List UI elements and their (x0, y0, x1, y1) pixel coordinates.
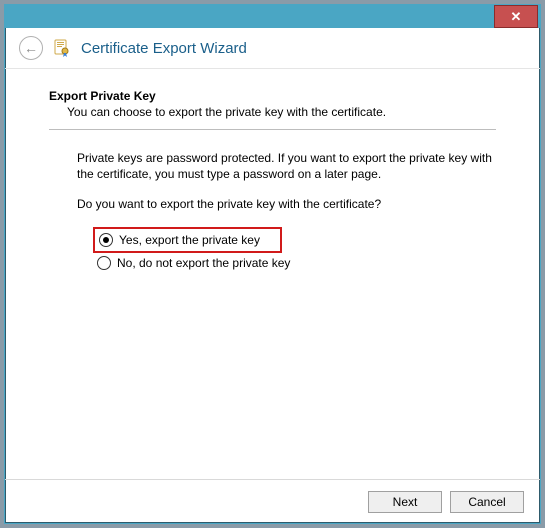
close-button[interactable]: ✕ (494, 5, 538, 28)
section-heading: Export Private Key (49, 89, 496, 103)
wizard-header: ← Certificate Export Wizard (5, 28, 540, 69)
highlight-box: Yes, export the private key (93, 227, 282, 253)
certificate-icon (53, 39, 71, 57)
titlebar: ✕ (5, 5, 540, 28)
radio-no-label: No, do not export the private key (117, 255, 290, 271)
wizard-window: ✕ ← Certificate Export Wizard Export Pri… (4, 4, 541, 524)
wizard-footer: Next Cancel (5, 479, 540, 523)
wizard-content: Export Private Key You can choose to exp… (5, 69, 540, 479)
radio-yes-label: Yes, export the private key (119, 232, 260, 248)
wizard-title: Certificate Export Wizard (81, 40, 247, 57)
section-body: Private keys are password protected. If … (49, 150, 496, 273)
back-arrow-icon: ← (24, 40, 38, 56)
back-button[interactable]: ← (19, 36, 43, 60)
radio-option-yes[interactable]: Yes, export the private key (97, 230, 262, 250)
radio-option-no[interactable]: No, do not export the private key (95, 253, 492, 273)
cancel-button[interactable]: Cancel (450, 491, 524, 513)
next-button[interactable]: Next (368, 491, 442, 513)
question-text: Do you want to export the private key wi… (77, 196, 492, 212)
divider (49, 129, 496, 130)
radio-no-indicator (97, 256, 111, 270)
explain-text: Private keys are password protected. If … (77, 150, 492, 182)
close-icon: ✕ (511, 9, 522, 25)
section-subtitle: You can choose to export the private key… (49, 105, 496, 119)
radio-yes-indicator (99, 233, 113, 247)
